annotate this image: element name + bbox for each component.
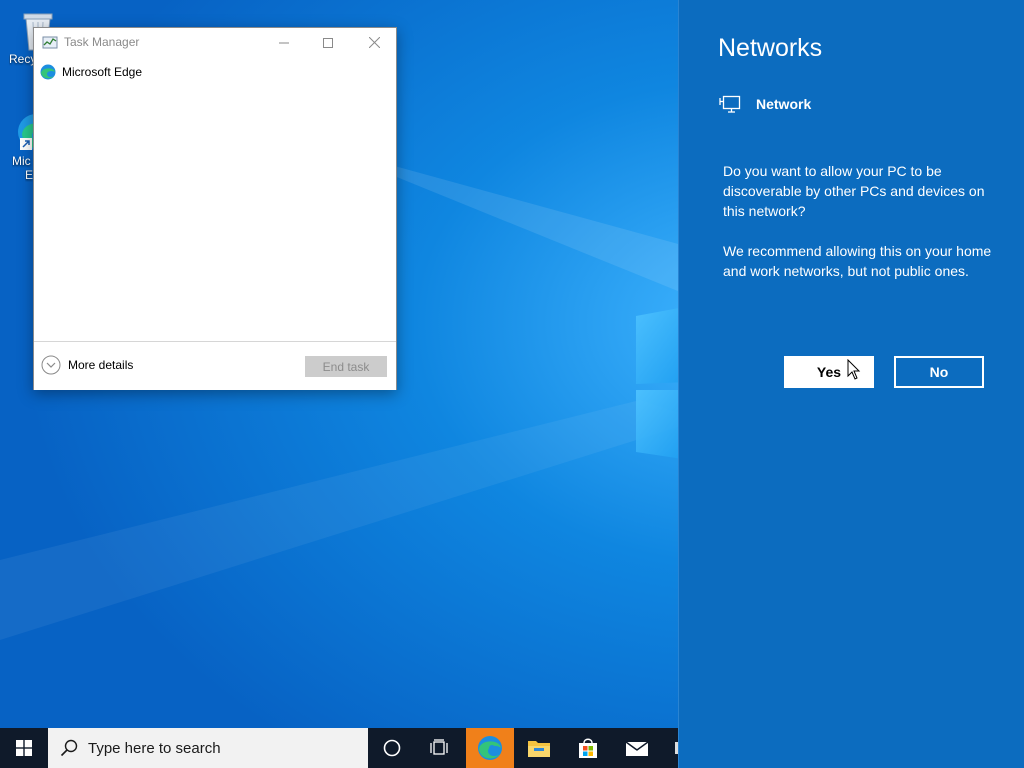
networks-flyout: Networks Network Do you want to allow yo… <box>678 0 1024 768</box>
discoverable-question: Do you want to allow your PC to be disco… <box>723 163 985 219</box>
end-task-button[interactable]: End task <box>305 356 387 377</box>
window-title: Task Manager <box>64 35 140 49</box>
cortana-button[interactable] <box>368 728 416 768</box>
maximize-button[interactable] <box>305 28 351 57</box>
ethernet-icon <box>719 95 741 113</box>
yes-button-label: Yes <box>816 364 842 380</box>
list-item[interactable]: Microsoft Edge <box>40 62 142 82</box>
taskbar: Type here to search <box>0 728 678 768</box>
mail-button[interactable] <box>613 728 661 768</box>
cortana-icon <box>383 739 401 757</box>
title-bar[interactable]: Task Manager <box>34 28 396 57</box>
edge-icon <box>478 736 502 760</box>
network-entry: Network <box>719 94 811 114</box>
taskbar-edge-button[interactable] <box>466 728 514 768</box>
recommendation-text: We recommend allowing this on your home … <box>723 243 992 279</box>
close-button[interactable] <box>351 28 397 57</box>
minimize-icon <box>279 42 289 43</box>
no-button[interactable]: No <box>894 356 984 388</box>
flyout-title: Networks <box>718 34 823 62</box>
more-details-button[interactable]: More details <box>41 355 133 375</box>
search-placeholder: Type here to search <box>88 739 221 757</box>
task-view-icon <box>430 739 448 755</box>
mouse-cursor-icon <box>847 359 861 380</box>
task-manager-icon <box>42 36 58 49</box>
search-icon <box>60 739 78 757</box>
network-name: Network <box>756 96 812 112</box>
more-details-label: More details <box>68 358 134 372</box>
desktop: Recy Mic E Task Manager Microsoft Edge M… <box>0 0 1024 768</box>
close-icon <box>368 37 380 48</box>
store-button[interactable] <box>564 728 612 768</box>
taskbar-overflow-edge <box>675 742 678 754</box>
task-view-button[interactable] <box>416 728 464 768</box>
task-manager-footer: More details End task <box>34 341 396 390</box>
start-button[interactable] <box>0 728 48 768</box>
mail-icon <box>625 741 649 756</box>
taskbar-search-box[interactable]: Type here to search <box>48 728 368 768</box>
minimize-button[interactable] <box>261 28 307 57</box>
windows-start-icon <box>16 740 32 756</box>
edge-icon <box>40 64 56 80</box>
task-manager-window[interactable]: Task Manager Microsoft Edge More details… <box>33 27 397 390</box>
app-name: Microsoft Edge <box>62 65 143 79</box>
file-explorer-button[interactable] <box>515 728 563 768</box>
file-explorer-icon <box>528 741 550 757</box>
maximize-icon <box>323 37 333 48</box>
chevron-down-icon <box>41 355 61 375</box>
store-icon <box>579 738 597 758</box>
